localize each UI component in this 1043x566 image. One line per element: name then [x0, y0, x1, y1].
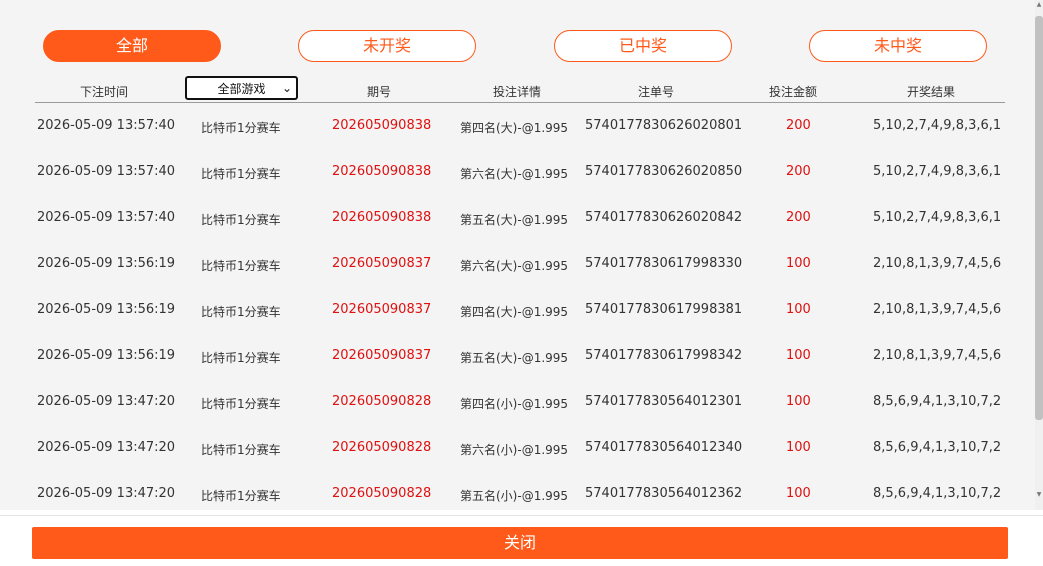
- header-bet-detail: 投注详情: [493, 85, 542, 99]
- tab-lost[interactable]: 未中奖: [809, 30, 987, 62]
- table-row: 2026-05-09 13:47:20 比特币1分赛车 202605090828…: [35, 470, 1005, 510]
- bet-time-cell: 2026-05-09 13:56:19: [37, 256, 176, 271]
- table-row: 2026-05-09 13:47:20 比特币1分赛车 202605090828…: [35, 378, 1005, 424]
- bet-amount-cell: 100: [786, 486, 811, 501]
- footer-divider: [0, 515, 1043, 516]
- period-cell: 202605090838: [332, 118, 432, 133]
- bet-amount-cell: 200: [786, 210, 811, 225]
- bet-time-cell: 2026-05-09 13:57:40: [37, 164, 176, 179]
- bet-time-cell: 2026-05-09 13:47:20: [37, 486, 176, 501]
- bet-detail-cell: 第六名(小)-@1.995: [460, 443, 569, 457]
- draw-result-cell: 8,5,6,9,4,1,3,10,7,2: [873, 394, 1002, 409]
- bet-amount-cell: 100: [786, 394, 811, 409]
- table-row: 2026-05-09 13:57:40 比特币1分赛车 202605090838…: [35, 194, 1005, 240]
- order-number-cell: 5740177830564012340: [585, 440, 743, 455]
- table-row: 2026-05-09 13:57:40 比特币1分赛车 202605090838…: [35, 102, 1005, 148]
- order-number-cell: 5740177830564012301: [585, 394, 743, 409]
- header-order-number: 注单号: [638, 85, 675, 99]
- table-row: 2026-05-09 13:56:19 比特币1分赛车 202605090837…: [35, 332, 1005, 378]
- bet-amount-cell: 100: [786, 348, 811, 363]
- draw-result-cell: 5,10,2,7,4,9,8,3,6,1: [873, 210, 1002, 225]
- draw-result-cell: 5,10,2,7,4,9,8,3,6,1: [873, 118, 1002, 133]
- order-number-cell: 5740177830626020850: [585, 164, 743, 179]
- period-cell: 202605090828: [332, 440, 432, 455]
- scroll-up-arrow-icon[interactable]: ▲: [1035, 0, 1043, 10]
- game-cell: 比特币1分赛车: [201, 443, 281, 457]
- vertical-scrollbar[interactable]: ▲ ▼: [1035, 0, 1043, 510]
- bet-detail-cell: 第四名(大)-@1.995: [460, 121, 569, 135]
- period-cell: 202605090828: [332, 394, 432, 409]
- game-cell: 比特币1分赛车: [201, 167, 281, 181]
- period-cell: 202605090837: [332, 348, 432, 363]
- game-cell: 比特币1分赛车: [201, 489, 281, 503]
- table-row: 2026-05-09 13:56:19 比特币1分赛车 202605090837…: [35, 286, 1005, 332]
- close-button[interactable]: 关闭: [32, 527, 1008, 559]
- order-number-cell: 5740177830626020842: [585, 210, 743, 225]
- draw-result-cell: 8,5,6,9,4,1,3,10,7,2: [873, 440, 1002, 455]
- order-number-cell: 5740177830564012362: [585, 486, 743, 501]
- scrollbar-thumb[interactable]: [1035, 16, 1043, 420]
- table-row: 2026-05-09 13:56:19 比特币1分赛车 202605090837…: [35, 240, 1005, 286]
- bet-amount-cell: 100: [786, 302, 811, 317]
- header-bet-amount: 投注金额: [769, 85, 818, 99]
- bet-amount-cell: 200: [786, 118, 811, 133]
- order-number-cell: 5740177830617998381: [585, 302, 743, 317]
- bet-detail-cell: 第五名(小)-@1.995: [460, 489, 569, 503]
- game-filter-value: 全部游戏: [217, 81, 266, 96]
- bet-amount-cell: 100: [786, 440, 811, 455]
- bet-detail-cell: 第六名(大)-@1.995: [460, 259, 569, 273]
- bet-detail-cell: 第六名(大)-@1.995: [460, 167, 569, 181]
- period-cell: 202605090837: [332, 256, 432, 271]
- bet-detail-cell: 第五名(大)-@1.995: [460, 213, 569, 227]
- draw-result-cell: 8,5,6,9,4,1,3,10,7,2: [873, 486, 1002, 501]
- game-cell: 比特币1分赛车: [201, 121, 281, 135]
- game-cell: 比特币1分赛车: [201, 213, 281, 227]
- table-header: 下注时间 全部游戏 ⌄ 期号 投注详情 注单号 投注金额 开奖结果: [35, 76, 1005, 103]
- order-number-cell: 5740177830617998330: [585, 256, 743, 271]
- bet-history-panel: 全部 未开奖 已中奖 未中奖 下注时间 全部游戏 ⌄ 期号 投注详情 注单号 投…: [0, 0, 1035, 510]
- tab-all[interactable]: 全部: [43, 30, 221, 62]
- chevron-down-icon: ⌄: [281, 81, 292, 95]
- tab-pending[interactable]: 未开奖: [298, 30, 476, 62]
- draw-result-cell: 5,10,2,7,4,9,8,3,6,1: [873, 164, 1002, 179]
- header-draw-result: 开奖结果: [907, 85, 956, 99]
- game-cell: 比特币1分赛车: [201, 397, 281, 411]
- bet-time-cell: 2026-05-09 13:56:19: [37, 348, 176, 363]
- header-period: 期号: [367, 85, 392, 99]
- scroll-down-arrow-icon[interactable]: ▼: [1035, 490, 1043, 500]
- period-cell: 202605090838: [332, 210, 432, 225]
- bet-detail-cell: 第四名(小)-@1.995: [460, 397, 569, 411]
- period-cell: 202605090828: [332, 486, 432, 501]
- game-cell: 比特币1分赛车: [201, 259, 281, 273]
- game-filter-select[interactable]: 全部游戏 ⌄: [185, 76, 298, 100]
- bet-amount-cell: 100: [786, 256, 811, 271]
- bet-table-body: 2026-05-09 13:57:40 比特币1分赛车 202605090838…: [35, 102, 1005, 510]
- period-cell: 202605090838: [332, 164, 432, 179]
- bet-time-cell: 2026-05-09 13:47:20: [37, 440, 176, 455]
- status-tabs: 全部 未开奖 已中奖 未中奖: [0, 0, 1035, 80]
- draw-result-cell: 2,10,8,1,3,9,7,4,5,6: [873, 348, 1002, 363]
- header-bet-time: 下注时间: [80, 85, 129, 99]
- bet-time-cell: 2026-05-09 13:57:40: [37, 210, 176, 225]
- order-number-cell: 5740177830626020801: [585, 118, 743, 133]
- bet-amount-cell: 200: [786, 164, 811, 179]
- table-row: 2026-05-09 13:47:20 比特币1分赛车 202605090828…: [35, 424, 1005, 470]
- bet-detail-cell: 第五名(大)-@1.995: [460, 351, 569, 365]
- draw-result-cell: 2,10,8,1,3,9,7,4,5,6: [873, 302, 1002, 317]
- draw-result-cell: 2,10,8,1,3,9,7,4,5,6: [873, 256, 1002, 271]
- order-number-cell: 5740177830617998342: [585, 348, 743, 363]
- bet-time-cell: 2026-05-09 13:57:40: [37, 118, 176, 133]
- tab-won[interactable]: 已中奖: [554, 30, 732, 62]
- bet-time-cell: 2026-05-09 13:56:19: [37, 302, 176, 317]
- game-cell: 比特币1分赛车: [201, 305, 281, 319]
- bet-detail-cell: 第四名(大)-@1.995: [460, 305, 569, 319]
- period-cell: 202605090837: [332, 302, 432, 317]
- game-cell: 比特币1分赛车: [201, 351, 281, 365]
- bet-time-cell: 2026-05-09 13:47:20: [37, 394, 176, 409]
- table-row: 2026-05-09 13:57:40 比特币1分赛车 202605090838…: [35, 148, 1005, 194]
